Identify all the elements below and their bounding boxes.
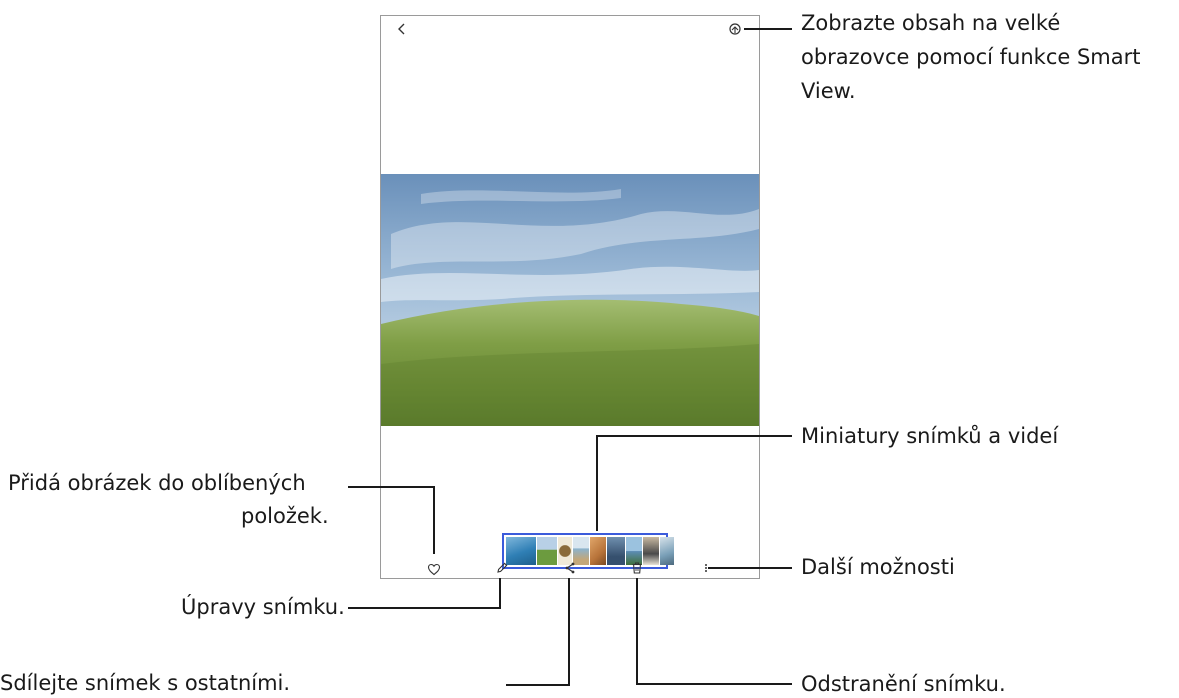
trash-icon[interactable] — [630, 561, 644, 575]
callout-line-delete-h — [636, 683, 792, 685]
thumbnail-6[interactable] — [607, 537, 625, 565]
smart-view-icon[interactable] — [728, 22, 742, 36]
share-icon[interactable] — [563, 561, 577, 575]
callout-more-options: Další možnosti — [801, 555, 955, 579]
back-arrow-icon[interactable] — [395, 21, 409, 37]
callout-smart-view-line2: obrazovce pomocí funkce Smart — [801, 45, 1141, 69]
callout-line-delete-v — [636, 578, 638, 685]
callout-line-thumbnails-h — [596, 435, 792, 437]
photo-preview[interactable] — [381, 174, 759, 426]
callout-favorite-line1: Přidá obrázek do oblíbených — [8, 471, 306, 495]
callout-line-favorite-v — [433, 486, 435, 554]
heart-icon[interactable] — [427, 563, 441, 576]
callout-line-smart-view — [744, 28, 792, 30]
gallery-viewer-screen — [380, 15, 760, 579]
callout-line-edit-v — [499, 578, 501, 609]
callout-delete: Odstranění snímku. — [801, 672, 1006, 696]
callout-share: Sdílejte snímek s ostatními. — [0, 671, 291, 695]
thumbnail-5[interactable] — [590, 537, 606, 565]
callout-smart-view-line1: Zobrazte obsah na velké — [801, 11, 1061, 35]
callout-line-share-h — [506, 684, 570, 686]
callout-favorite-line2: položek. — [241, 504, 329, 528]
callout-line-share-v — [568, 578, 570, 686]
callout-thumbnails: Miniatury snímků a videí — [801, 424, 1059, 448]
pencil-icon[interactable] — [495, 561, 509, 575]
callout-line-more — [708, 567, 792, 569]
thumbnail-2[interactable] — [537, 537, 557, 565]
callout-line-edit-h — [348, 607, 501, 609]
thumbnail-9[interactable] — [660, 537, 674, 565]
callout-line-favorite-h — [348, 486, 435, 488]
thumbnail-1[interactable] — [506, 537, 536, 565]
callout-smart-view-line3: View. — [801, 79, 856, 103]
thumbnail-8[interactable] — [643, 537, 659, 565]
callout-line-thumbnails-v — [596, 435, 598, 531]
callout-edit: Úpravy snímku. — [181, 595, 345, 619]
